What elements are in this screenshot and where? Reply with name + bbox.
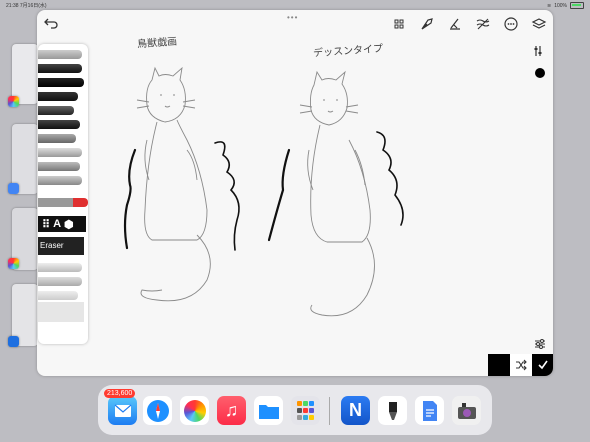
stroke-right-1	[267, 148, 291, 242]
docs-side-icon[interactable]	[8, 183, 19, 194]
camera-tools-app-icon[interactable]	[452, 396, 481, 425]
bottom-tools	[488, 354, 553, 376]
dock: 213,600 ♫ N	[98, 385, 492, 435]
notes-side-icon[interactable]	[8, 336, 19, 347]
brush-item[interactable]	[38, 64, 82, 73]
wifi-icon: ≋	[547, 2, 552, 9]
ruler-tool[interactable]	[38, 302, 84, 322]
brush-item[interactable]	[38, 162, 80, 171]
n-letter-icon: N	[349, 400, 362, 420]
mail-badge: 213,600	[104, 389, 136, 398]
photos-side-icon-2[interactable]	[8, 258, 19, 269]
left-cat-sketch	[146, 66, 186, 123]
brush-app-icon[interactable]	[378, 396, 407, 425]
brush-item[interactable]	[38, 78, 84, 87]
brush-panel[interactable]: ⠿ A ⬢ Eraser	[38, 44, 88, 344]
stroke-right-2	[376, 131, 404, 226]
brush-item-selected[interactable]	[38, 198, 88, 207]
dock-divider	[329, 397, 330, 425]
stroke-left-1	[123, 148, 137, 250]
color-swatch[interactable]	[488, 354, 510, 376]
status-bar: 21:38 7月16日(水) ≋ 100%	[0, 0, 590, 10]
texture-grid-icon[interactable]: ⠿	[42, 218, 50, 231]
text-tool-icon[interactable]: A	[53, 218, 61, 230]
status-date: 7月16日(水)	[19, 3, 47, 9]
status-time: 21:38	[6, 3, 19, 9]
brush-item[interactable]	[38, 263, 82, 272]
confirm-check-icon[interactable]	[532, 354, 553, 376]
shape-tool-icon[interactable]: ⬢	[64, 218, 74, 231]
battery-icon	[570, 2, 584, 9]
brush-item[interactable]	[38, 148, 82, 157]
mail-app-icon[interactable]: 213,600	[104, 389, 137, 425]
drawing-app-window[interactable]: ••• 鳥獣戯画 デッスンタイプ	[37, 10, 553, 376]
safari-app-icon[interactable]	[143, 396, 172, 425]
brush-item[interactable]	[38, 120, 80, 129]
shuffle-icon[interactable]	[510, 354, 532, 376]
brush-item[interactable]	[38, 291, 78, 300]
brush-item[interactable]	[38, 134, 76, 143]
drawing-canvas[interactable]	[37, 10, 553, 376]
brush-item[interactable]	[38, 50, 82, 59]
adjust-sliders-icon[interactable]	[533, 337, 547, 351]
photos-flower-icon	[183, 399, 206, 422]
annotation-left: 鳥獣戯画	[136, 36, 178, 51]
brush-item[interactable]	[38, 92, 78, 101]
stroke-left-2	[214, 141, 240, 251]
docs-app-icon[interactable]	[415, 396, 444, 425]
brush-item[interactable]	[38, 277, 82, 286]
music-app-icon[interactable]: ♫	[217, 396, 246, 425]
photos-side-icon[interactable]	[8, 96, 19, 107]
battery-percent: 100%	[554, 2, 567, 9]
eraser-tool[interactable]: Eraser	[38, 237, 84, 255]
side-app-stack-1[interactable]	[12, 44, 38, 104]
right-cat-sketch	[309, 70, 348, 126]
notes-app-icon[interactable]: N	[341, 396, 370, 425]
brush-item[interactable]	[38, 106, 74, 115]
brush-type-picker[interactable]: ⠿ A ⬢	[38, 216, 86, 232]
utilities-folder-icon[interactable]	[291, 396, 320, 425]
photos-app-icon[interactable]	[180, 396, 209, 425]
files-app-icon[interactable]	[254, 396, 283, 425]
brush-item[interactable]	[38, 176, 82, 185]
music-note-icon: ♫	[224, 400, 239, 420]
